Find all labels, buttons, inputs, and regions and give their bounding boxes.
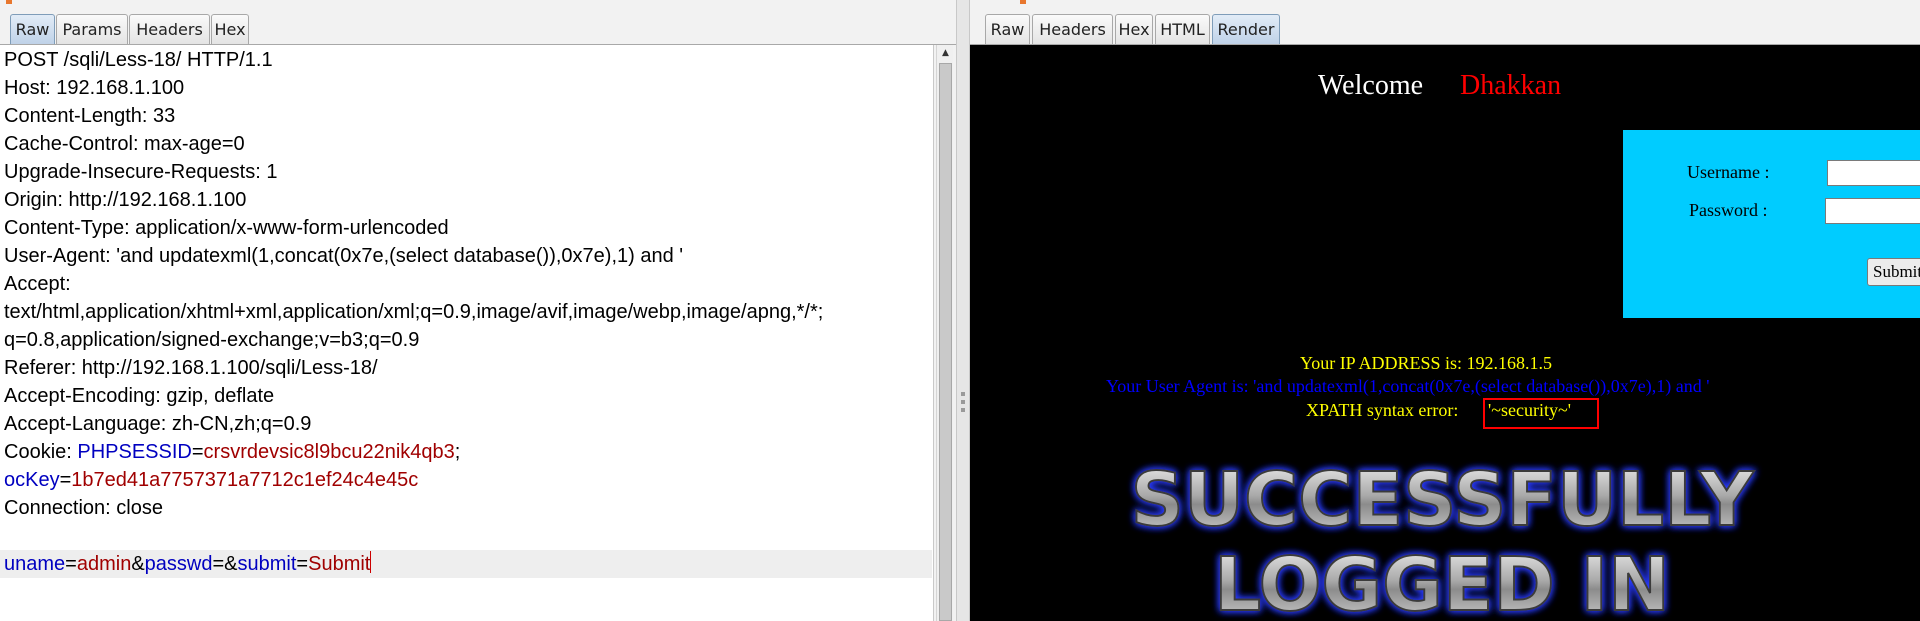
request-scrollbar[interactable]: ▲ <box>936 45 953 621</box>
pane-splitter[interactable] <box>956 0 970 621</box>
header-connection: Connection: close <box>4 497 163 519</box>
request-tab-headers[interactable]: Headers <box>129 14 210 44</box>
request-pane: Raw Params Headers Hex POST /sqli/Less-1… <box>0 0 956 621</box>
text-caret <box>370 551 372 573</box>
success-banner-line1: SUCCESSFULLY <box>1131 457 1755 543</box>
request-line: POST /sqli/Less-18/ HTTP/1.1 <box>4 49 273 71</box>
welcome-text: Welcome <box>1318 70 1424 101</box>
response-accent-marker <box>1020 0 1026 4</box>
scroll-up-arrow-icon[interactable]: ▲ <box>937 45 954 61</box>
header-accept: Accept: <box>4 273 71 295</box>
response-pane: Raw Headers Hex HTML Render Welcome Dhak… <box>970 0 1920 621</box>
submit-button[interactable]: Submit <box>1867 258 1920 286</box>
response-tab-raw[interactable]: Raw <box>985 14 1030 44</box>
cookie-value-ockey: 1b7ed41a7757371a7712c1ef24c4e45c <box>71 469 419 491</box>
header-origin: Origin: http://192.168.1.100 <box>4 189 247 211</box>
header-upgrade-insecure: Upgrade-Insecure-Requests: 1 <box>4 161 278 183</box>
request-accent-marker <box>6 0 12 4</box>
header-referer: Referer: http://192.168.1.100/sqli/Less-… <box>4 357 378 379</box>
username-input[interactable] <box>1827 160 1920 186</box>
param-uname-value: admin <box>76 553 132 575</box>
header-content-length: Content-Length: 33 <box>4 105 176 127</box>
cookie-value-phpsessid: crsvrdevsic8l9bcu22nik4qb3 <box>203 441 455 463</box>
header-cache-control: Cache-Control: max-age=0 <box>4 133 245 155</box>
header-accept-language: Accept-Language: zh-CN,zh;q=0.9 <box>4 413 312 435</box>
header-host: Host: 192.168.1.100 <box>4 77 185 99</box>
response-tab-render[interactable]: Render <box>1212 14 1280 44</box>
param-submit-value: Submit <box>308 553 371 575</box>
splitter-grip-icon <box>961 392 965 396</box>
xpath-error-label: XPATH syntax error: <box>1306 400 1459 420</box>
header-cookie: Cookie: PHPSESSID=crsvrdevsic8l9bcu22nik… <box>4 441 461 463</box>
cookie-label: Cookie: <box>4 441 78 463</box>
response-tab-html[interactable]: HTML <box>1155 14 1210 44</box>
cookie-name-phpsessid: PHPSESSID <box>77 441 192 463</box>
request-editor[interactable]: POST /sqli/Less-18/ HTTP/1.1 Host: 192.1… <box>0 45 934 621</box>
scroll-thumb[interactable] <box>939 63 952 621</box>
password-label: Password : <box>1689 200 1768 220</box>
request-tab-hex[interactable]: Hex <box>211 14 249 44</box>
request-tab-params[interactable]: Params <box>56 14 128 44</box>
param-uname-name: uname <box>4 553 66 575</box>
header-accept-continued-2: q=0.8,application/signed-exchange;v=b3;q… <box>4 329 420 351</box>
splitter-grip-icon <box>961 400 965 404</box>
ip-address-text: Your IP ADDRESS is: 192.168.1.5 <box>1300 353 1553 373</box>
request-tab-raw[interactable]: Raw <box>10 14 55 44</box>
rendered-response: Welcome Dhakkan Username : Password : Su… <box>970 45 1920 621</box>
request-top-strip <box>0 0 956 12</box>
request-tabbar: Raw Params Headers Hex <box>0 12 956 45</box>
user-agent-text: Your User Agent is: 'and updatexml(1,con… <box>1106 376 1710 396</box>
param-passwd-name: passwd <box>144 553 213 575</box>
splitter-grip-icon <box>961 408 965 412</box>
param-submit-name: submit <box>237 553 297 575</box>
header-user-agent: User-Agent: 'and updatexml(1,concat(0x7e… <box>4 245 684 267</box>
response-tab-hex[interactable]: Hex <box>1115 14 1153 44</box>
username-label: Username : <box>1687 162 1770 182</box>
xpath-error-value: '~security~' <box>1488 400 1571 420</box>
password-input[interactable] <box>1825 198 1920 224</box>
request-body-line[interactable]: uname=admin&passwd=&submit=Submit <box>0 550 932 578</box>
success-banner: SUCCESSFULLY LOGGED IN <box>1130 456 1756 621</box>
cookie-separator: ; <box>454 441 461 463</box>
response-top-strip <box>970 0 1920 12</box>
login-form: Username : Password : Submit <box>1623 130 1920 318</box>
welcome-username: Dhakkan <box>1460 70 1562 101</box>
success-banner-line2: LOGGED IN <box>1214 542 1670 621</box>
header-accept-continued: text/html,application/xhtml+xml,applicat… <box>4 301 824 323</box>
header-content-type: Content-Type: application/x-www-form-url… <box>4 217 449 239</box>
header-accept-encoding: Accept-Encoding: gzip, deflate <box>4 385 275 407</box>
response-tab-headers[interactable]: Headers <box>1032 14 1113 44</box>
header-cookie-continued: ocKey=1b7ed41a7757371a7712c1ef24c4e45c <box>4 469 419 491</box>
cookie-name-ockey: ocKey <box>4 469 60 491</box>
response-tabbar: Raw Headers Hex HTML Render <box>970 12 1920 45</box>
